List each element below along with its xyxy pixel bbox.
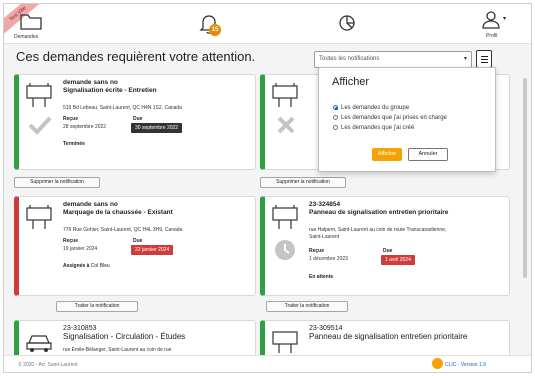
clock-icon (275, 240, 295, 260)
display-filter-popup: Afficher Les demandes du groupe Les dema… (318, 67, 496, 172)
process-notification-button[interactable]: Traiter la notification (266, 301, 348, 312)
footer-version-link[interactable]: CLIC - Version 1.9 (445, 362, 486, 368)
delete-notification-button[interactable]: Supprimer la notification (260, 177, 346, 188)
received-date: 28 septembre 2022 (63, 124, 107, 130)
due-label: Due (383, 248, 393, 254)
app-logo-icon (432, 358, 443, 369)
road-sign-icon (26, 205, 52, 229)
scrollbar[interactable] (522, 48, 528, 351)
request-card[interactable]: demande sans no Marquage de la chaussée -… (14, 196, 256, 296)
footer-copyright: © 2020 - Arr. Saint-Laurent (18, 362, 78, 368)
road-sign-icon (26, 83, 52, 107)
radio-button[interactable] (333, 125, 338, 130)
folder-icon (20, 14, 42, 30)
radio-group-requests[interactable]: Les demandes du groupe (333, 105, 409, 111)
card-title: 23-310853 Signalisation - Circulation - É… (63, 325, 186, 341)
user-icon (482, 11, 500, 29)
received-label: Reçue (309, 248, 325, 254)
pie-chart-icon (339, 15, 355, 31)
nav-demandes[interactable]: Demandes (14, 10, 48, 40)
request-card[interactable]: demande sans no Signalisation écrite - En… (14, 74, 256, 170)
card-title: 23-324854 Panneau de signalisation entret… (309, 201, 449, 216)
request-card[interactable]: 23-324854 Panneau de signalisation entret… (260, 196, 510, 296)
profil-caret: ▾ (503, 16, 507, 22)
status-text: Terminée (63, 141, 85, 147)
card-title: demande sans no Signalisation écrite - En… (63, 79, 157, 94)
radio-button[interactable] (333, 115, 338, 120)
nav-demandes-label: Demandes (14, 34, 39, 40)
notification-filter-select[interactable]: Toutes les notifications ▾ (314, 51, 472, 68)
cross-icon (277, 116, 295, 134)
due-label: Due (133, 116, 143, 122)
due-date-badge: 1 avril 2024 (381, 255, 415, 265)
status-text: Assignée à Col Bleu (63, 263, 110, 269)
nav-profil[interactable]: ▾ Profil (480, 9, 510, 39)
radio-button[interactable] (333, 105, 338, 110)
received-label: Reçue (63, 238, 79, 244)
radio-created-requests[interactable]: Les demandes que j'ai créé (333, 125, 414, 131)
nav-notifications[interactable]: 15 (199, 13, 221, 40)
card-title: 23-309514 Panneau de signalisation entret… (309, 325, 468, 341)
chevron-down-icon: ▾ (463, 56, 467, 62)
card-address: 519 Bd Lebeau, Saint-Laurent, QC H4N 1S2… (63, 105, 182, 111)
top-navigation-bar: Test Ville Demandes 15 ▾ Profil (4, 4, 531, 44)
status-text: En attente (309, 274, 334, 280)
received-label: Reçue (63, 116, 79, 122)
app-window: Test Ville Demandes 15 ▾ Profil Ces dema… (3, 3, 532, 373)
road-sign-icon (272, 205, 298, 229)
filter-menu-button[interactable] (476, 50, 492, 68)
scrollbar-thumb[interactable] (523, 78, 527, 278)
popup-title: Afficher (332, 76, 370, 88)
car-traffic-icon (26, 335, 52, 352)
card-address: rue Émile-Bélanger, Saint-Laurent au coi… (63, 347, 172, 353)
received-date: 1 décembre 2023 (309, 256, 348, 262)
road-sign-icon (272, 331, 298, 353)
cancel-button[interactable]: Annuler (408, 148, 448, 161)
process-notification-button[interactable]: Traiter la notification (56, 301, 138, 312)
radio-taken-requests[interactable]: Les demandes que j'ai prises en charge (333, 115, 447, 121)
due-label: Due (133, 238, 143, 244)
nav-profil-label: Profil (486, 33, 498, 39)
request-card[interactable]: 23-309514 Panneau de signalisation entret… (260, 320, 510, 360)
nav-statistics[interactable] (337, 13, 357, 38)
checkmark-icon (28, 116, 52, 135)
notification-count-badge: 15 (209, 24, 221, 36)
received-date: 19 janvier 2024 (63, 246, 98, 252)
filter-selected-value: Toutes les notifications (319, 56, 380, 62)
card-address: 776 Rue Gohier, Saint-Laurent, QC H4L 3H… (63, 227, 183, 233)
road-sign-icon (272, 83, 298, 107)
footer: © 2020 - Arr. Saint-Laurent CLIC - Versi… (4, 355, 531, 372)
card-title: demande sans no Marquage de la chaussée -… (63, 201, 173, 216)
delete-notification-button[interactable]: Supprimer la notification (14, 177, 100, 188)
page-title: Ces demandes requièrent votre attention. (16, 49, 256, 64)
hamburger-icon (481, 56, 488, 57)
apply-button[interactable]: Afficher (372, 148, 402, 161)
request-card[interactable]: 23-310853 Signalisation - Circulation - É… (14, 320, 256, 360)
card-address: rue Halpern, Saint-Laurent au coin de ro… (309, 227, 447, 240)
due-date-badge: 30 septembre 2022 (131, 123, 183, 133)
due-date-badge: 22 janvier 2024 (131, 245, 174, 255)
